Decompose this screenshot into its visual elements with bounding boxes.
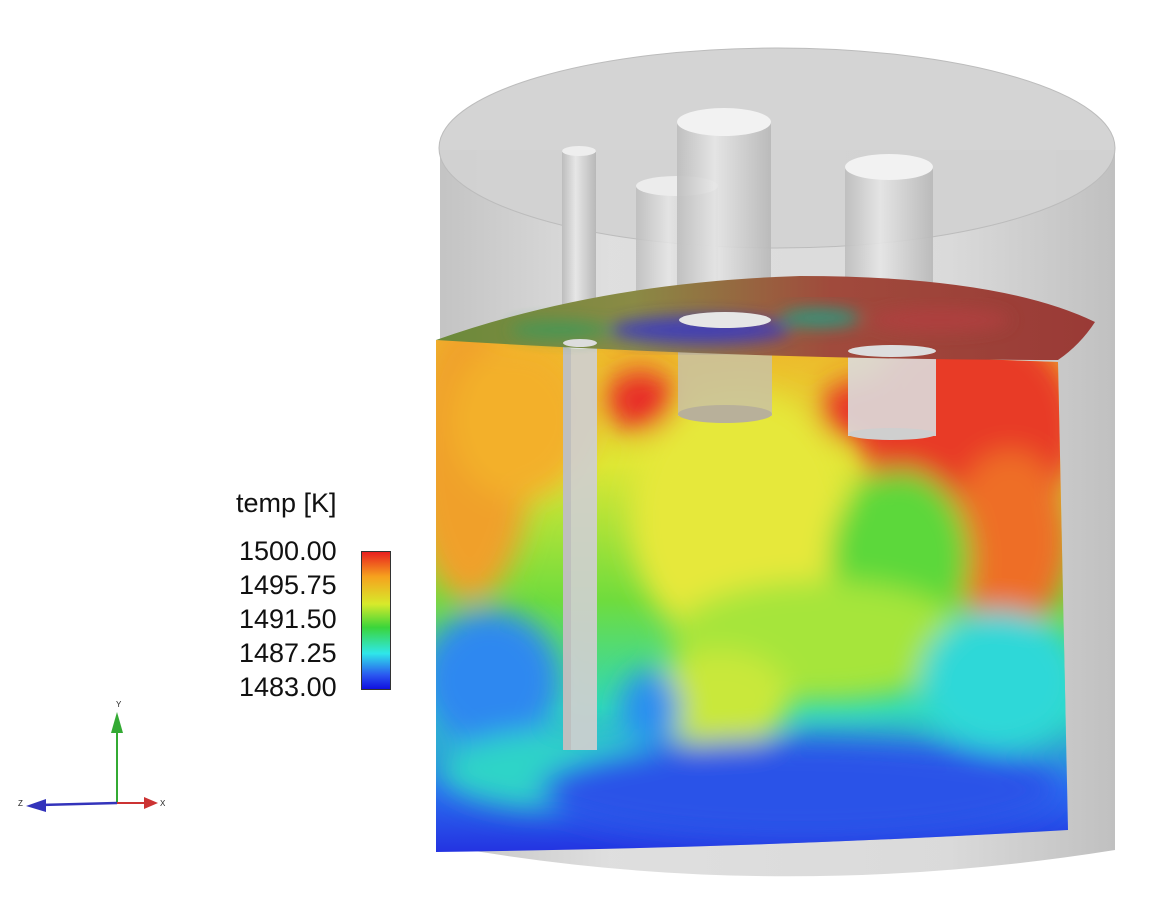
x-axis-label: X [160, 799, 166, 808]
color-scale-bar [361, 551, 391, 690]
y-axis-label: Y [116, 700, 122, 709]
legend-title: temp [K] [236, 488, 337, 518]
legend-label-max: 1500.00 [239, 536, 337, 566]
legend-label-upper: 1495.75 [239, 570, 337, 600]
x-axis-arrow-icon [144, 797, 158, 809]
z-axis-arrow-icon [26, 799, 46, 812]
simulation-viewport [26, 47, 1116, 877]
legend-label-lower: 1487.25 [239, 638, 337, 668]
vessel-top-lid [439, 48, 1115, 248]
legend-label-min: 1483.00 [239, 672, 337, 702]
axis-triad [26, 712, 158, 812]
legend-label-mid: 1491.50 [239, 604, 337, 634]
z-axis-label: Z [18, 799, 23, 808]
y-axis-arrow-icon [111, 712, 123, 733]
